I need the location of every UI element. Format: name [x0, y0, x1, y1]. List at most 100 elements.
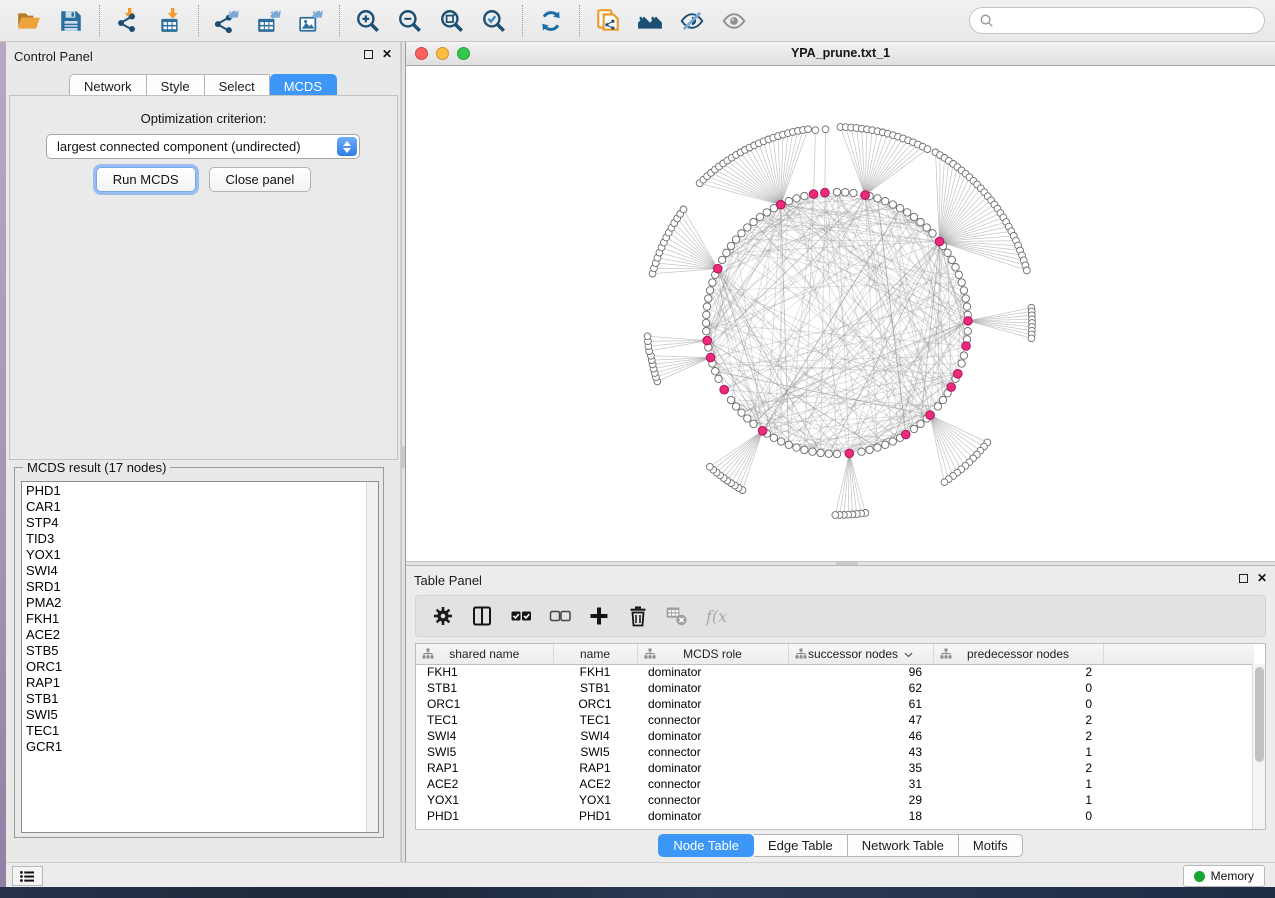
new-network-from-selection-button[interactable] — [590, 5, 626, 37]
memory-button[interactable]: Memory — [1183, 865, 1265, 887]
mcds-result-item[interactable]: YOX1 — [22, 547, 366, 563]
cell: 2 — [933, 760, 1103, 776]
cell: SWI4 — [416, 728, 553, 744]
export-image-button[interactable] — [293, 5, 329, 37]
mcds-result-item[interactable]: CAR1 — [22, 499, 366, 515]
table-row[interactable]: SWI4SWI4dominator462 — [416, 728, 1254, 744]
mcds-result-item[interactable]: PHD1 — [22, 483, 366, 499]
cell: RAP1 — [553, 760, 637, 776]
zoom-in-button[interactable] — [350, 5, 386, 37]
mcds-result-item[interactable]: TID3 — [22, 531, 366, 547]
optimization-criterion-select[interactable]: largest connected component (undirected) — [46, 134, 360, 159]
open-file-button[interactable] — [11, 5, 47, 37]
cell-filler — [1103, 680, 1254, 696]
mcds-result-item[interactable]: TEC1 — [22, 723, 366, 739]
table-scrollbar-thumb[interactable] — [1255, 667, 1264, 762]
function-button[interactable]: f(x) — [703, 603, 729, 629]
cell: 0 — [933, 680, 1103, 696]
export-table-button[interactable] — [251, 5, 287, 37]
close-panel-button[interactable]: Close panel — [209, 167, 312, 192]
network-window-titlebar[interactable]: YPA_prune.txt_1 — [406, 42, 1275, 66]
float-panel-icon[interactable] — [1239, 574, 1248, 583]
select-all-icon — [510, 605, 532, 627]
splitter-grip[interactable] — [402, 446, 405, 468]
mcds-result-item[interactable]: STB5 — [22, 643, 366, 659]
run-mcds-button[interactable]: Run MCDS — [96, 167, 196, 192]
table-row[interactable]: ORC1ORC1dominator610 — [416, 696, 1254, 712]
tab-motifs[interactable]: Motifs — [959, 834, 1023, 857]
import-network-button[interactable] — [110, 5, 146, 37]
mcds-result-item[interactable]: GCR1 — [22, 739, 366, 755]
splitter-grip[interactable] — [836, 562, 858, 565]
refresh-button[interactable] — [533, 5, 569, 37]
hide-selected-button[interactable] — [674, 5, 710, 37]
gear-button[interactable] — [430, 603, 456, 629]
table-row[interactable]: TEC1TEC1connector472 — [416, 712, 1254, 728]
close-panel-icon[interactable]: ✕ — [382, 49, 392, 59]
cell: 47 — [788, 712, 933, 728]
select-all-button[interactable] — [508, 603, 534, 629]
cell: dominator — [637, 680, 788, 696]
column-layout-button[interactable] — [469, 603, 495, 629]
table-row[interactable]: YOX1YOX1connector291 — [416, 792, 1254, 808]
mcds-result-item[interactable]: FKH1 — [22, 611, 366, 627]
export-network-button[interactable] — [209, 5, 245, 37]
column-header-shared-name[interactable]: shared name — [416, 644, 553, 664]
mcds-result-item[interactable]: STP4 — [22, 515, 366, 531]
mcds-result-item[interactable]: SWI5 — [22, 707, 366, 723]
delete-button[interactable] — [625, 603, 651, 629]
mcds-result-item[interactable]: STB1 — [22, 691, 366, 707]
import-table-button[interactable] — [152, 5, 188, 37]
cell: dominator — [637, 664, 788, 680]
close-panel-icon[interactable]: ✕ — [1257, 573, 1267, 583]
cell: 2 — [933, 728, 1103, 744]
cell: 2 — [933, 712, 1103, 728]
cell: 0 — [933, 808, 1103, 824]
first-neighbors-icon — [637, 8, 663, 34]
tab-node-table[interactable]: Node Table — [658, 834, 754, 857]
mcds-list-scrollbar[interactable] — [366, 482, 378, 832]
column-header-name[interactable]: name — [553, 644, 637, 664]
column-header-MCDS-role[interactable]: MCDS role — [637, 644, 788, 664]
table-row[interactable]: PHD1PHD1dominator180 — [416, 808, 1254, 824]
toolbar-separator — [99, 5, 100, 37]
table-row[interactable]: STB1STB1dominator620 — [416, 680, 1254, 696]
cell: 1 — [933, 744, 1103, 760]
table-scrollbar[interactable] — [1252, 664, 1265, 829]
deselect-all-button[interactable] — [547, 603, 573, 629]
mcds-result-item[interactable]: SRD1 — [22, 579, 366, 595]
mcds-result-list[interactable]: PHD1CAR1STP4TID3YOX1SWI4SRD1PMA2FKH1ACE2… — [21, 481, 379, 833]
table-panel-title: Table Panel — [414, 573, 482, 588]
cell: TEC1 — [416, 712, 553, 728]
table-row[interactable]: RAP1RAP1dominator352 — [416, 760, 1254, 776]
network-graph-canvas[interactable] — [406, 66, 1275, 561]
mcds-result-item[interactable]: RAP1 — [22, 675, 366, 691]
import-network-icon — [115, 8, 141, 34]
table-row[interactable]: SWI5SWI5connector431 — [416, 744, 1254, 760]
show-all-button[interactable] — [716, 5, 752, 37]
add-column-button[interactable] — [586, 603, 612, 629]
zoom-selected-button[interactable] — [476, 5, 512, 37]
table-toolbar: f(x) — [415, 595, 1266, 637]
control-panel-header: Control Panel ✕ — [6, 42, 400, 68]
column-header-successor-nodes[interactable]: successor nodes — [788, 644, 933, 664]
zoom-out-button[interactable] — [392, 5, 428, 37]
mcds-result-item[interactable]: ORC1 — [22, 659, 366, 675]
zoom-fit-button[interactable] — [434, 5, 470, 37]
search-field[interactable] — [969, 7, 1265, 34]
column-header-predecessor-nodes[interactable]: predecessor nodes — [933, 644, 1103, 664]
mcds-result-item[interactable]: SWI4 — [22, 563, 366, 579]
tab-network-table[interactable]: Network Table — [848, 834, 959, 857]
float-panel-icon[interactable] — [364, 50, 373, 59]
search-input[interactable] — [994, 10, 1264, 32]
first-neighbors-button[interactable] — [632, 5, 668, 37]
tab-edge-table[interactable]: Edge Table — [754, 834, 848, 857]
mcds-result-item[interactable]: PMA2 — [22, 595, 366, 611]
delete-table-button[interactable] — [664, 603, 690, 629]
table-row[interactable]: ACE2ACE2connector311 — [416, 776, 1254, 792]
task-history-button[interactable] — [12, 866, 43, 886]
save-session-button[interactable] — [53, 5, 89, 37]
mcds-result-item[interactable]: ACE2 — [22, 627, 366, 643]
cell: connector — [637, 776, 788, 792]
table-row[interactable]: FKH1FKH1dominator962 — [416, 664, 1254, 680]
